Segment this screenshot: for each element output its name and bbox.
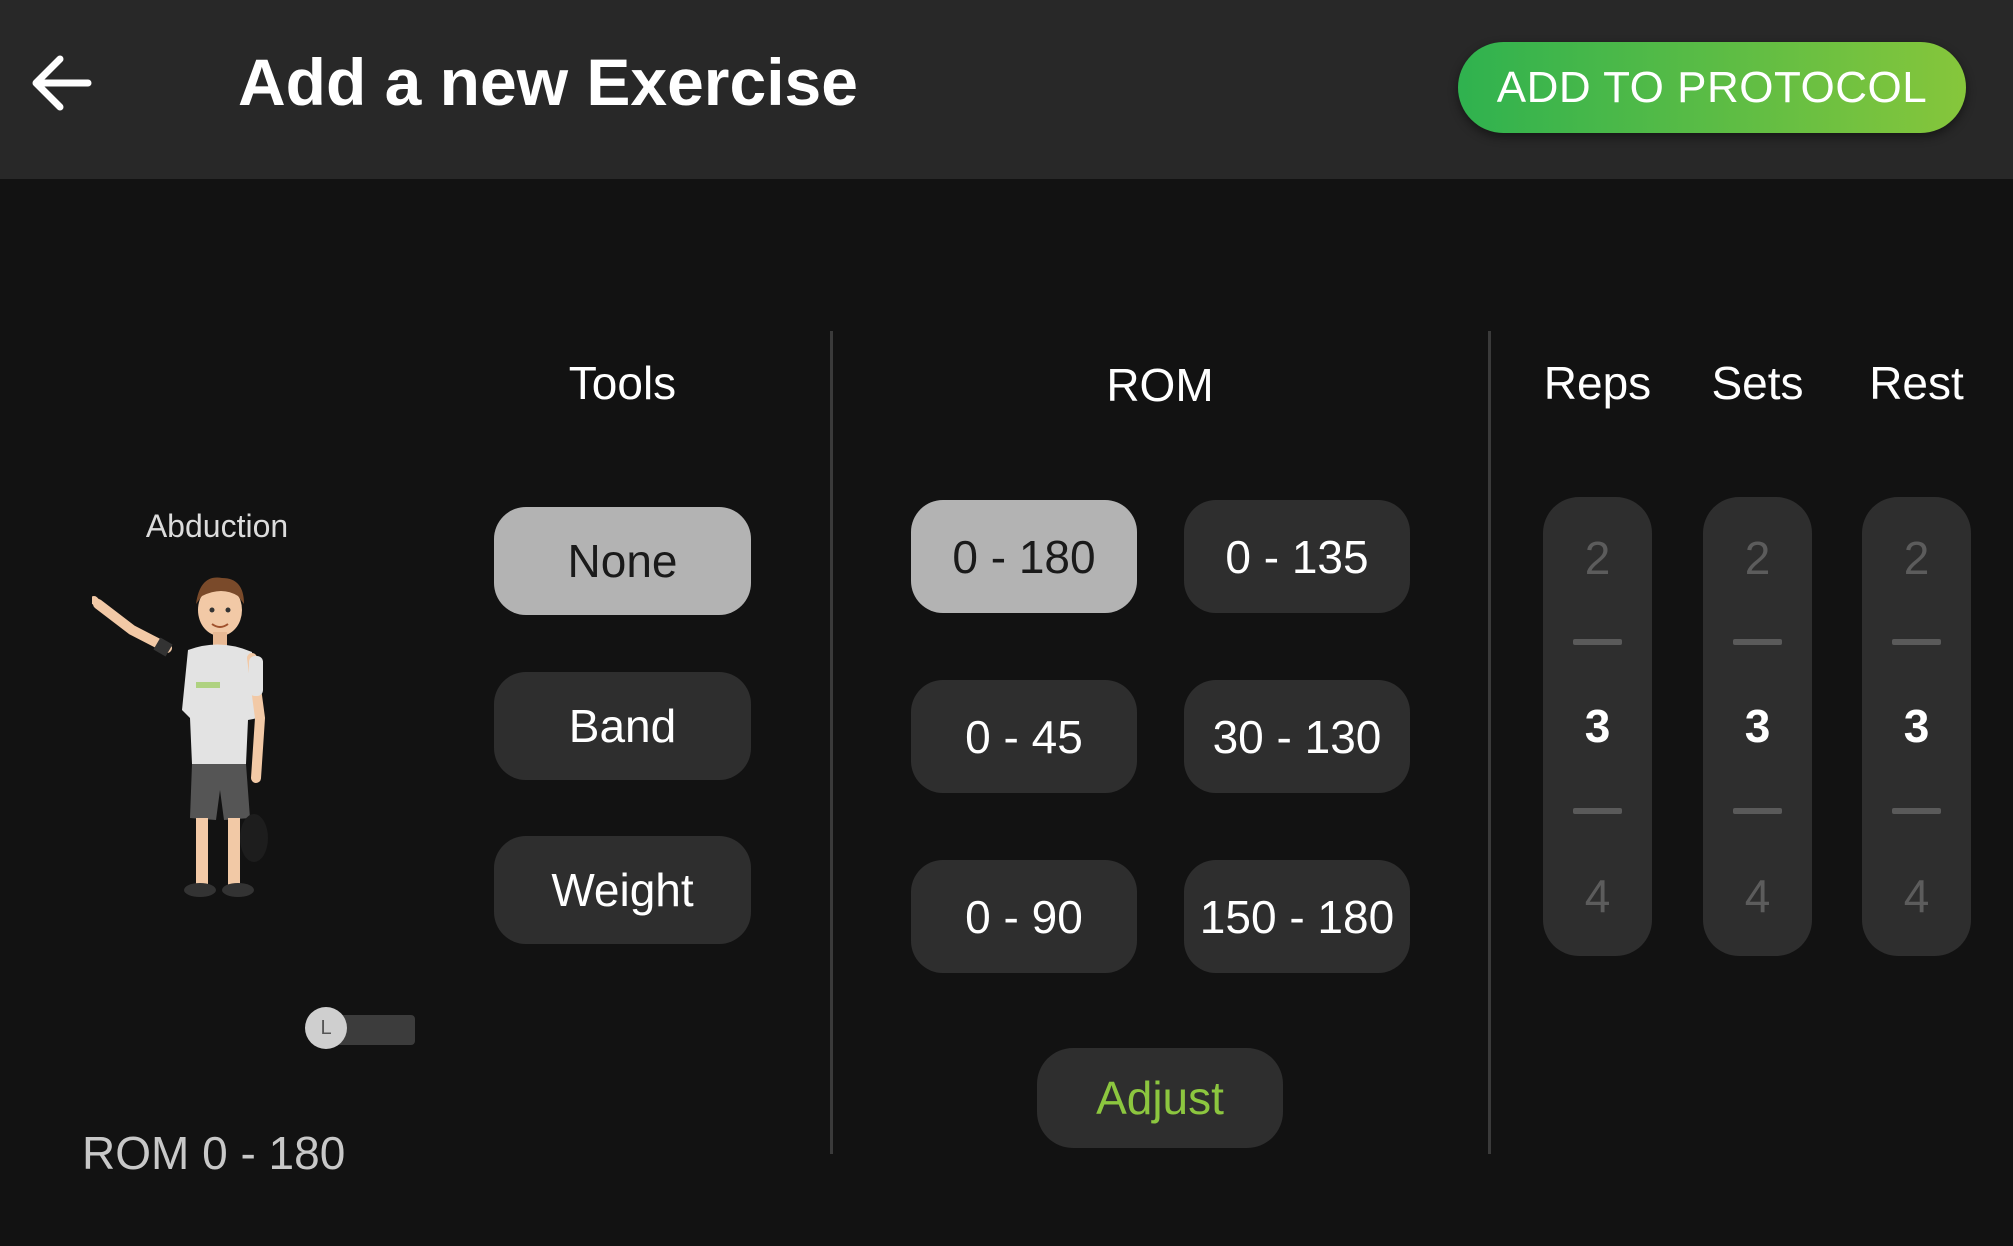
tool-option-none[interactable]: None	[494, 507, 751, 615]
side-toggle-knob[interactable]: L	[305, 1007, 347, 1049]
column-divider-left	[830, 331, 833, 1154]
arrow-left-icon	[32, 55, 92, 111]
adjust-rom-button[interactable]: Adjust	[1037, 1048, 1283, 1148]
rest-divider-bottom	[1892, 808, 1941, 814]
sets-prev-value: 2	[1744, 532, 1771, 584]
reps-divider-top	[1573, 639, 1622, 645]
reps-next-value: 4	[1584, 870, 1611, 922]
rom-option-0-45[interactable]: 0 - 45	[911, 680, 1137, 793]
page-title: Add a new Exercise	[238, 45, 858, 119]
sets-divider-bottom	[1733, 808, 1782, 814]
reps-picker[interactable]: 2 3 4	[1543, 497, 1652, 956]
add-to-protocol-button[interactable]: ADD TO PROTOCOL	[1458, 42, 1966, 133]
sets-current-value: 3	[1744, 700, 1771, 752]
reps-current-value: 3	[1584, 700, 1611, 752]
exercise-name: Abduction	[145, 508, 289, 544]
rom-option-30-130[interactable]: 30 - 130	[1184, 680, 1410, 793]
rest-heading: Rest	[1869, 357, 1964, 409]
back-button[interactable]	[26, 47, 98, 119]
exercise-figure-illustration	[92, 577, 268, 897]
reps-prev-value: 2	[1584, 532, 1611, 584]
reps-divider-bottom	[1573, 808, 1622, 814]
sets-next-value: 4	[1744, 870, 1771, 922]
rest-divider-top	[1892, 639, 1941, 645]
rom-readout: ROM 0 - 180	[82, 1127, 346, 1179]
rom-heading: ROM	[1106, 359, 1214, 411]
sets-heading: Sets	[1711, 357, 1804, 409]
tool-option-band[interactable]: Band	[494, 672, 751, 780]
rom-option-150-180[interactable]: 150 - 180	[1184, 860, 1410, 973]
app-header: Add a new Exercise ADD TO PROTOCOL	[0, 0, 2013, 179]
rom-option-0-90[interactable]: 0 - 90	[911, 860, 1137, 973]
rest-prev-value: 2	[1903, 532, 1930, 584]
rest-next-value: 4	[1903, 870, 1930, 922]
rest-picker[interactable]: 2 3 4	[1862, 497, 1971, 956]
sets-picker[interactable]: 2 3 4	[1703, 497, 1812, 956]
rom-option-0-180[interactable]: 0 - 180	[911, 500, 1137, 613]
sets-divider-top	[1733, 639, 1782, 645]
tools-heading: Tools	[568, 357, 677, 409]
rest-current-value: 3	[1903, 700, 1930, 752]
rom-option-0-135[interactable]: 0 - 135	[1184, 500, 1410, 613]
reps-heading: Reps	[1543, 357, 1652, 409]
side-toggle[interactable]: L	[305, 1007, 415, 1049]
tool-option-weight[interactable]: Weight	[494, 836, 751, 944]
column-divider-right	[1488, 331, 1491, 1154]
